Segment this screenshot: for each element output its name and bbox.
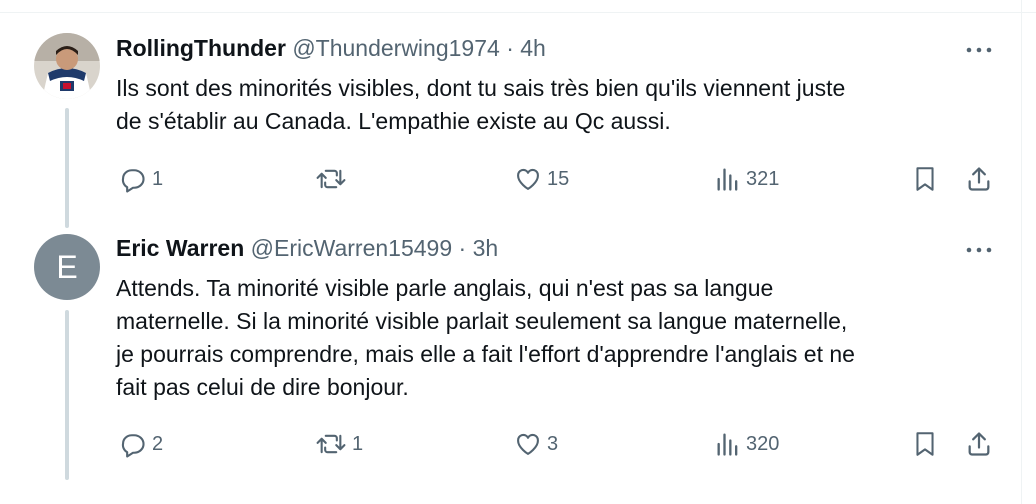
share-icon	[968, 432, 990, 456]
avatar[interactable]: E	[34, 234, 100, 300]
retweet-icon	[316, 434, 346, 454]
reply-icon	[121, 169, 145, 193]
timestamp[interactable]: 4h	[520, 35, 546, 61]
tweet-text-line: Attends. Ta minorité visible parle angla…	[116, 275, 774, 301]
handle[interactable]: @Thunderwing1974	[292, 35, 499, 61]
reply-button[interactable]: 2	[118, 430, 163, 458]
views-button[interactable]: 320	[714, 430, 779, 458]
views-icon	[717, 433, 738, 456]
like-button[interactable]: 3	[513, 430, 558, 458]
share-button[interactable]	[965, 165, 993, 193]
bookmark-button[interactable]	[912, 430, 938, 458]
like-icon	[517, 433, 539, 455]
timestamp[interactable]: 3h	[473, 235, 499, 261]
tweet-text: Ils sont des minorités visibles, dont tu…	[116, 72, 996, 138]
tweet-header: RollingThunder @Thunderwing1974 · 4h	[116, 35, 546, 62]
more-button[interactable]	[962, 240, 996, 260]
handle[interactable]: @EricWarren15499	[251, 235, 452, 261]
display-name[interactable]: Eric Warren	[116, 235, 244, 261]
like-button[interactable]: 15	[513, 165, 569, 193]
views-count: 320	[746, 432, 780, 455]
tweet-text-line: Ils sont des minorités visibles, dont tu…	[116, 75, 846, 101]
share-icon	[968, 167, 990, 191]
reply-button[interactable]: 1	[118, 165, 163, 193]
thread-line	[65, 108, 69, 228]
more-icon	[966, 47, 992, 53]
right-divider	[1021, 0, 1022, 504]
avatar[interactable]	[34, 33, 100, 99]
bookmark-button[interactable]	[912, 165, 938, 193]
views-icon	[717, 168, 738, 191]
share-button[interactable]	[965, 430, 993, 458]
thread-line	[65, 310, 69, 480]
views-button[interactable]: 321	[714, 165, 779, 193]
tweet-text-line: de s'établir au Canada. L'empathie exist…	[116, 108, 671, 134]
like-count: 3	[547, 432, 559, 455]
more-button[interactable]	[962, 40, 996, 60]
tweet-text: Attends. Ta minorité visible parle angla…	[116, 272, 996, 404]
more-icon	[966, 247, 992, 253]
tweet-header: Eric Warren @EricWarren15499 · 3h	[116, 235, 498, 262]
top-divider	[0, 12, 1036, 13]
tweet-text-line: maternelle. Si la minorité visible parla…	[116, 308, 848, 334]
views-count: 321	[746, 167, 780, 190]
retweet-button[interactable]: 1	[314, 430, 363, 458]
like-count: 15	[547, 167, 570, 190]
avatar-letter: E	[56, 248, 78, 285]
retweet-icon	[316, 169, 346, 189]
tweet-text-line: fait pas celui de dire bonjour.	[116, 374, 409, 400]
tweet-text-line: je pourrais comprendre, mais elle a fait…	[116, 341, 855, 367]
separator: ·	[458, 235, 467, 261]
retweet-button[interactable]	[314, 165, 352, 193]
hockey-player-avatar-image	[34, 33, 100, 99]
reply-icon	[121, 434, 145, 458]
separator: ·	[506, 35, 514, 61]
bookmark-icon	[916, 432, 934, 456]
reply-count: 2	[152, 432, 164, 455]
retweet-count: 1	[352, 432, 364, 455]
bookmark-icon	[916, 167, 934, 191]
display-name[interactable]: RollingThunder	[116, 35, 286, 61]
like-icon	[517, 168, 539, 190]
reply-count: 1	[152, 167, 164, 190]
